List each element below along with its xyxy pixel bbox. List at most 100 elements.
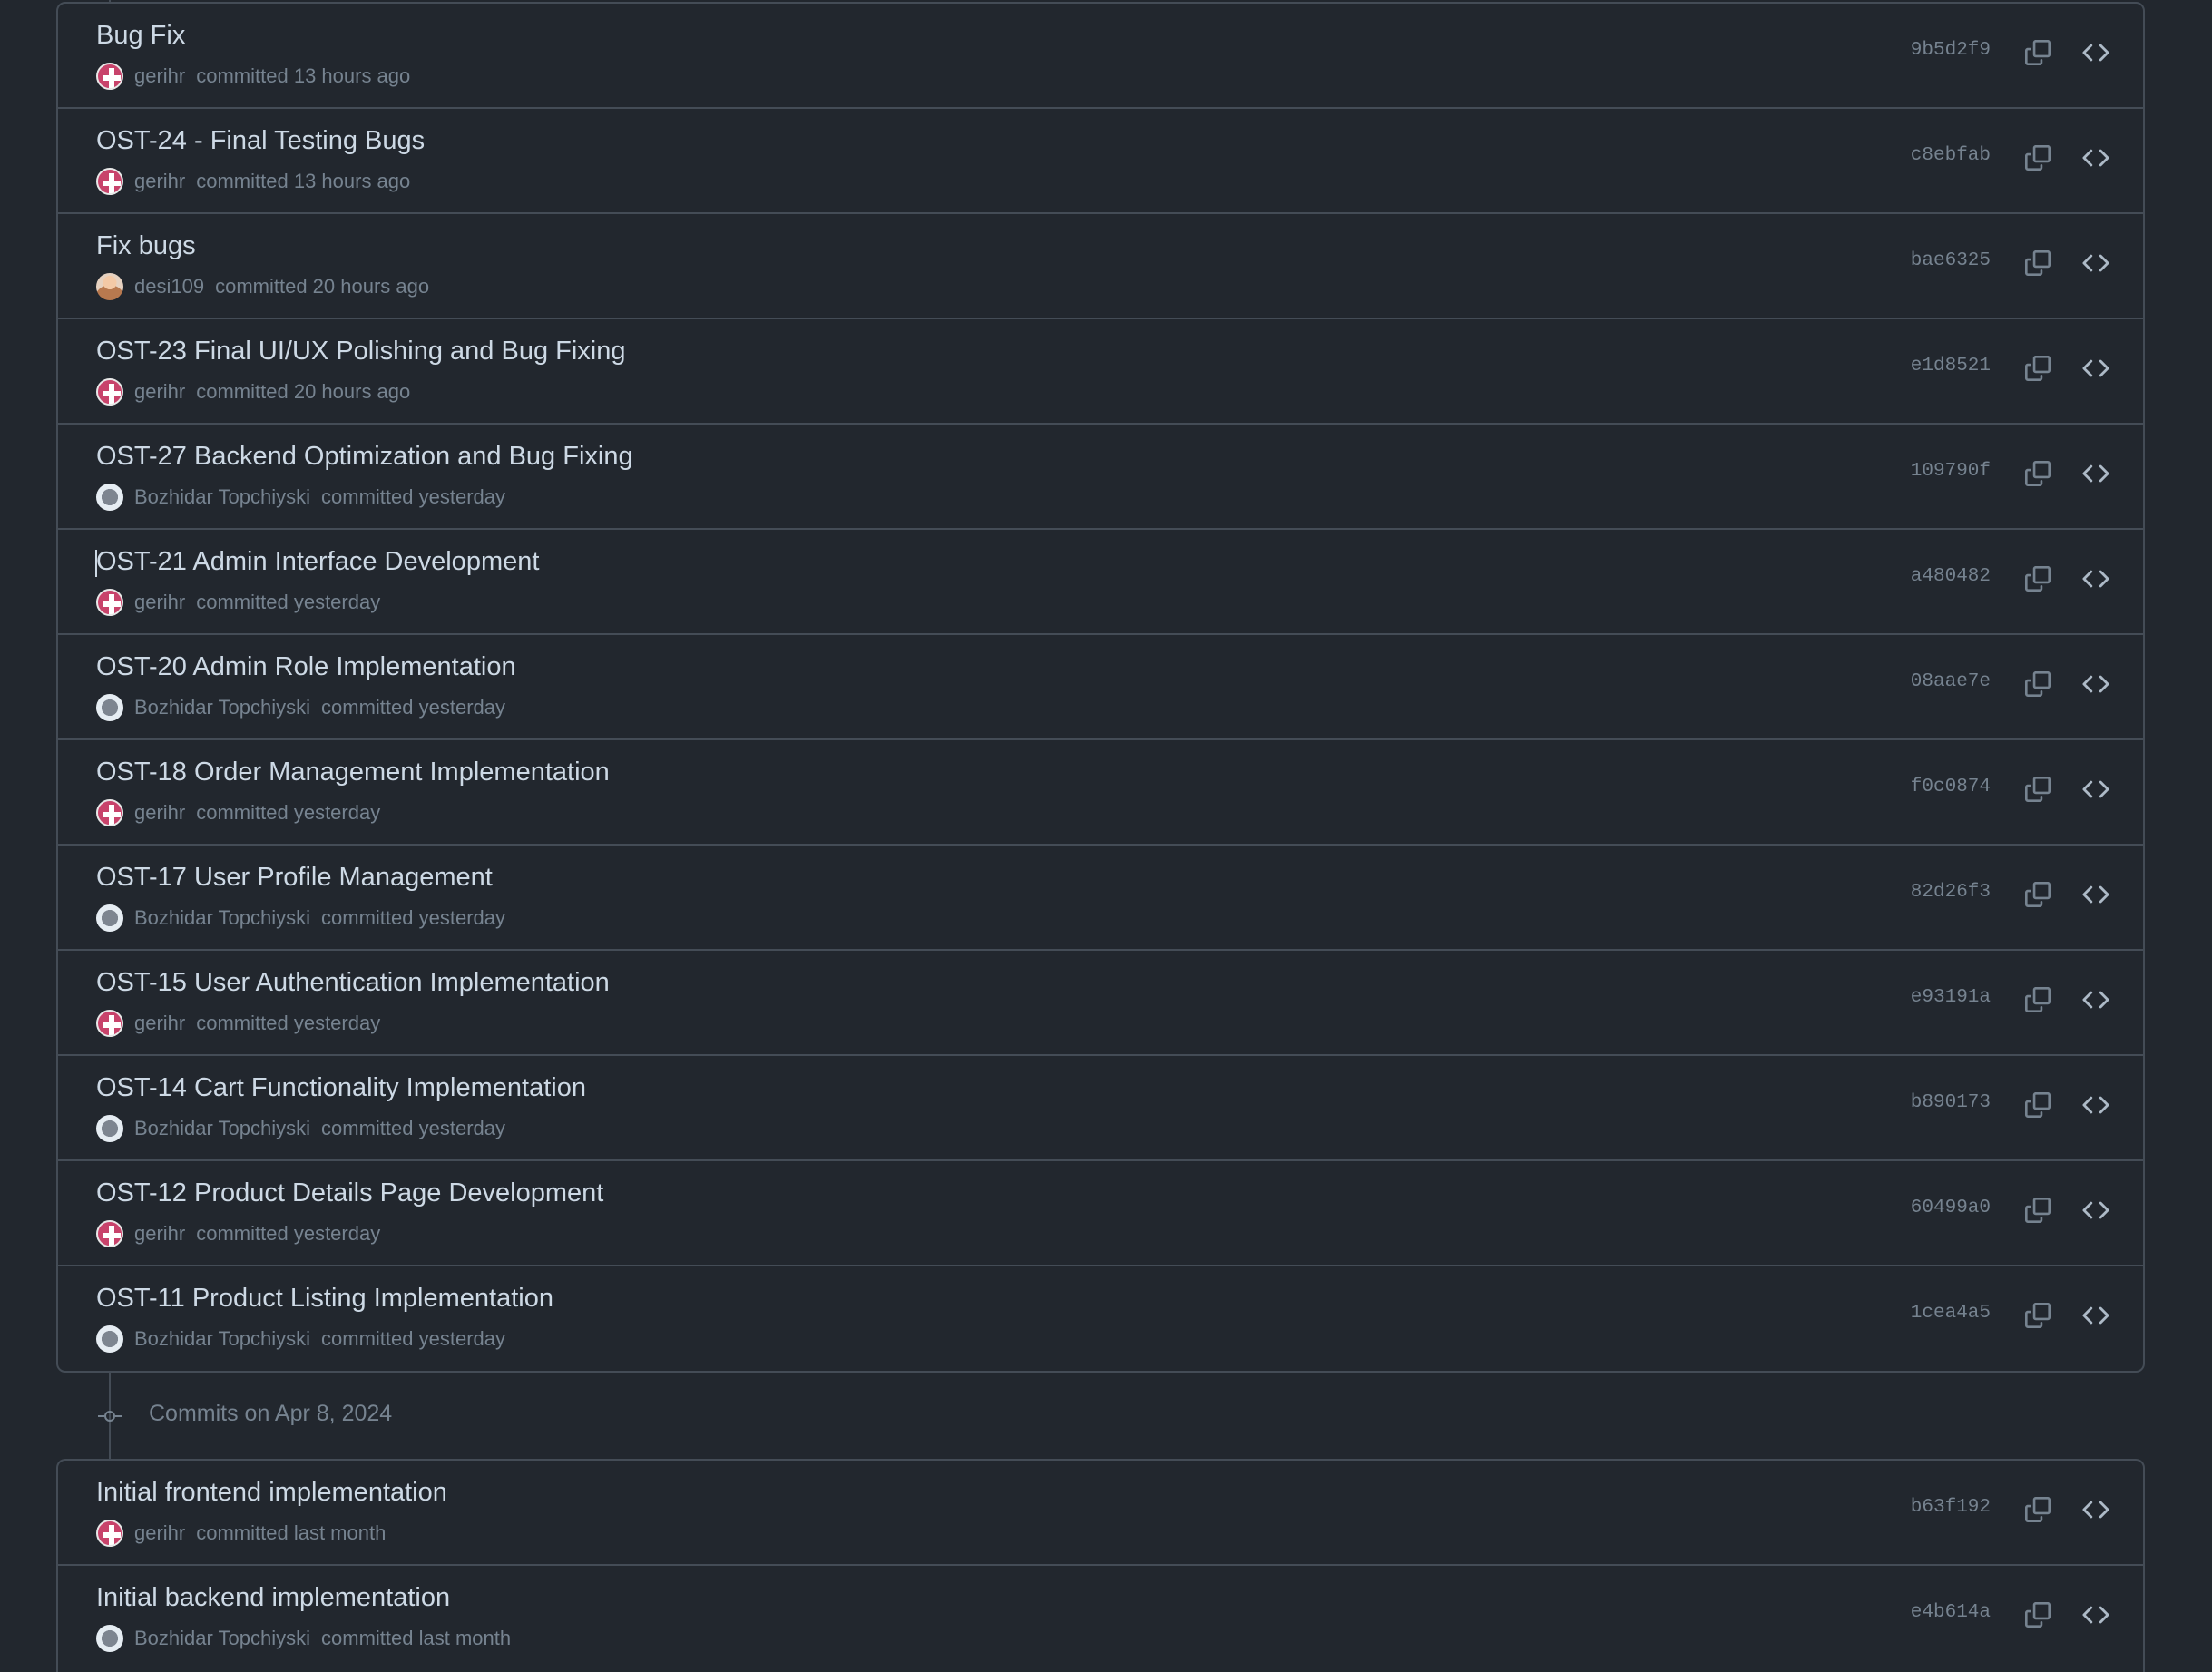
author-link[interactable]: Bozhidar Topchiyski: [134, 906, 310, 930]
browse-repo-button[interactable]: [2080, 249, 2112, 281]
avatar[interactable]: [96, 1010, 123, 1037]
browse-repo-button[interactable]: [2080, 459, 2112, 492]
browse-repo-button[interactable]: [2080, 143, 2112, 176]
commit-title-link[interactable]: OST-18 Order Management Implementation: [96, 755, 610, 789]
author-link[interactable]: gerihr: [134, 1012, 185, 1035]
browse-repo-button[interactable]: [2080, 880, 2112, 913]
avatar[interactable]: [96, 1115, 123, 1142]
commit-title-link[interactable]: OST-21 Admin Interface Development: [96, 544, 539, 579]
copy-sha-button[interactable]: [2021, 880, 2054, 913]
copy-sha-button[interactable]: [2021, 1301, 2054, 1334]
browse-repo-button[interactable]: [2080, 564, 2112, 597]
commit-time: committed yesterday: [196, 591, 381, 613]
browse-repo-button[interactable]: [2080, 1196, 2112, 1228]
browse-repo-button[interactable]: [2080, 1600, 2112, 1633]
commit-row: OST-15 User Authentication Implementatio…: [58, 949, 2143, 1054]
commit-sha-link[interactable]: e4b614a: [1911, 1602, 1991, 1623]
commit-sha-link[interactable]: e1d8521: [1911, 356, 1991, 376]
copy-sha-button[interactable]: [2021, 459, 2054, 492]
commit-sha-link[interactable]: 82d26f3: [1911, 882, 1991, 903]
commit-title-link[interactable]: OST-14 Cart Functionality Implementation: [96, 1071, 586, 1105]
commit-sha-link[interactable]: f0c0874: [1911, 777, 1991, 797]
commit-meta: Bozhidar Topchiyski committed yesterday: [96, 1114, 505, 1143]
commit-sha-link[interactable]: 08aae7e: [1911, 671, 1991, 692]
commit-title-link[interactable]: OST-23 Final UI/UX Polishing and Bug Fix…: [96, 334, 626, 368]
avatar[interactable]: [96, 589, 123, 616]
avatar[interactable]: [96, 694, 123, 721]
copy-sha-button[interactable]: [2021, 564, 2054, 597]
commit-sha-link[interactable]: a480482: [1911, 566, 1991, 587]
avatar[interactable]: [96, 1220, 123, 1247]
author-link[interactable]: Bozhidar Topchiyski: [134, 485, 310, 509]
avatar[interactable]: [96, 273, 123, 300]
avatar[interactable]: [96, 1520, 123, 1547]
copy-sha-button[interactable]: [2021, 670, 2054, 702]
author-link[interactable]: gerihr: [134, 591, 185, 614]
copy-sha-button[interactable]: [2021, 143, 2054, 176]
commit-title-link[interactable]: Fix bugs: [96, 229, 196, 263]
commit-sha-link[interactable]: bae6325: [1911, 250, 1991, 271]
avatar[interactable]: [96, 904, 123, 932]
avatar[interactable]: [96, 799, 123, 826]
browse-repo-button[interactable]: [2080, 775, 2112, 807]
author-link[interactable]: gerihr: [134, 1222, 185, 1246]
avatar[interactable]: [96, 1625, 123, 1652]
avatar[interactable]: [96, 484, 123, 511]
commit-sha-link[interactable]: b890173: [1911, 1092, 1991, 1113]
copy-sha-button[interactable]: [2021, 1600, 2054, 1633]
author-link[interactable]: gerihr: [134, 801, 185, 825]
commit-title-link[interactable]: OST-12 Product Details Page Development: [96, 1176, 603, 1210]
avatar[interactable]: [96, 1325, 123, 1353]
author-link[interactable]: gerihr: [134, 1521, 185, 1545]
browse-repo-button[interactable]: [2080, 1301, 2112, 1334]
commit-title-link[interactable]: OST-11 Product Listing Implementation: [96, 1281, 553, 1315]
author-link[interactable]: Bozhidar Topchiyski: [134, 696, 310, 719]
author-link[interactable]: Bozhidar Topchiyski: [134, 1627, 310, 1650]
code-icon: [2082, 460, 2109, 492]
commit-meta: Bozhidar Topchiyski committed yesterday: [96, 1325, 505, 1354]
commit-sha-link[interactable]: b63f192: [1911, 1497, 1991, 1518]
copy-sha-button[interactable]: [2021, 354, 2054, 386]
commit-row: OST-14 Cart Functionality Implementation…: [58, 1054, 2143, 1159]
commit-title-link[interactable]: OST-24 - Final Testing Bugs: [96, 123, 425, 158]
commit-sha-link[interactable]: 9b5d2f9: [1911, 40, 1991, 61]
commit-title-link[interactable]: OST-27 Backend Optimization and Bug Fixi…: [96, 439, 633, 474]
copy-sha-button[interactable]: [2021, 775, 2054, 807]
git-commit-icon: [98, 1408, 122, 1424]
avatar[interactable]: [96, 63, 123, 90]
copy-sha-button[interactable]: [2021, 1196, 2054, 1228]
commit-time: committed 20 hours ago: [196, 380, 411, 403]
browse-repo-button[interactable]: [2080, 1495, 2112, 1528]
author-link[interactable]: gerihr: [134, 64, 185, 88]
copy-sha-button[interactable]: [2021, 249, 2054, 281]
browse-repo-button[interactable]: [2080, 38, 2112, 71]
browse-repo-button[interactable]: [2080, 1090, 2112, 1123]
commit-title-link[interactable]: Initial backend implementation: [96, 1580, 450, 1615]
author-link[interactable]: Bozhidar Topchiyski: [134, 1327, 310, 1351]
commit-sha-link[interactable]: 60499a0: [1911, 1198, 1991, 1218]
commit-title-link[interactable]: OST-15 User Authentication Implementatio…: [96, 965, 610, 1000]
copy-sha-button[interactable]: [2021, 38, 2054, 71]
commit-sha-link[interactable]: c8ebfab: [1911, 145, 1991, 166]
copy-sha-button[interactable]: [2021, 985, 2054, 1018]
copy-icon: [2025, 249, 2051, 280]
commit-sha-link[interactable]: 1cea4a5: [1911, 1303, 1991, 1324]
commit-title-link[interactable]: OST-20 Admin Role Implementation: [96, 650, 516, 684]
author-link[interactable]: desi109: [134, 275, 204, 298]
browse-repo-button[interactable]: [2080, 670, 2112, 702]
author-link[interactable]: gerihr: [134, 380, 185, 404]
commit-sha-link[interactable]: 109790f: [1911, 461, 1991, 482]
commit-title-link[interactable]: Initial frontend implementation: [96, 1475, 447, 1510]
avatar[interactable]: [96, 168, 123, 195]
copy-sha-button[interactable]: [2021, 1090, 2054, 1123]
author-link[interactable]: Bozhidar Topchiyski: [134, 1117, 310, 1140]
commit-time: committed 13 hours ago: [196, 64, 411, 87]
avatar[interactable]: [96, 378, 123, 406]
browse-repo-button[interactable]: [2080, 985, 2112, 1018]
browse-repo-button[interactable]: [2080, 354, 2112, 386]
commit-title-link[interactable]: OST-17 User Profile Management: [96, 860, 493, 895]
commit-sha-link[interactable]: e93191a: [1911, 987, 1991, 1008]
commit-title-link[interactable]: Bug Fix: [96, 18, 185, 53]
author-link[interactable]: gerihr: [134, 170, 185, 193]
copy-sha-button[interactable]: [2021, 1495, 2054, 1528]
